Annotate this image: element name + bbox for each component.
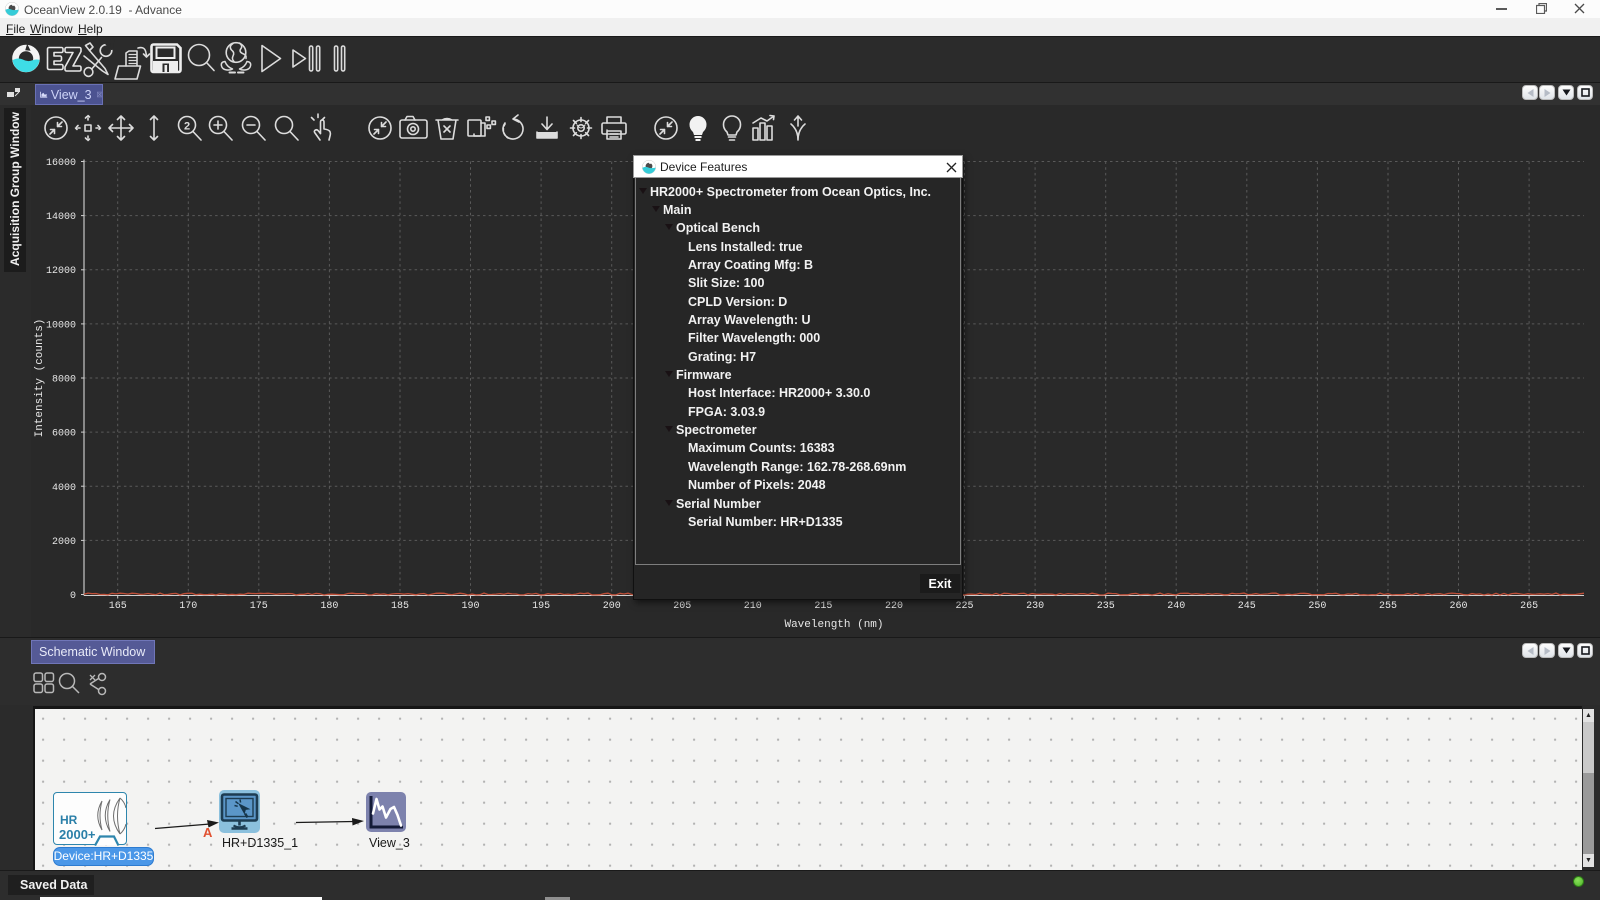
svg-text:180: 180: [320, 601, 338, 612]
svg-text:245: 245: [1238, 601, 1256, 612]
svg-text:235: 235: [1097, 601, 1115, 612]
svg-text:200: 200: [603, 601, 621, 612]
svg-text:250: 250: [1308, 601, 1326, 612]
svg-text:Wavelength (nm): Wavelength (nm): [784, 619, 883, 631]
svg-text:255: 255: [1379, 601, 1397, 612]
svg-text:165: 165: [109, 601, 127, 612]
svg-text:190: 190: [461, 601, 479, 612]
svg-text:240: 240: [1167, 601, 1185, 612]
svg-text:175: 175: [250, 601, 268, 612]
svg-text:215: 215: [814, 601, 832, 612]
svg-text:195: 195: [532, 601, 550, 612]
svg-text:185: 185: [391, 601, 409, 612]
svg-text:4000: 4000: [52, 483, 76, 494]
svg-text:230: 230: [1026, 601, 1044, 612]
svg-text:260: 260: [1449, 601, 1467, 612]
svg-text:6000: 6000: [52, 429, 76, 440]
svg-text:16000: 16000: [46, 158, 76, 169]
svg-text:12000: 12000: [46, 266, 76, 277]
svg-text:0: 0: [70, 591, 76, 602]
svg-text:Intensity (counts): Intensity (counts): [34, 319, 46, 438]
svg-text:220: 220: [885, 601, 903, 612]
svg-text:10000: 10000: [46, 320, 76, 331]
svg-text:8000: 8000: [52, 375, 76, 386]
svg-text:170: 170: [179, 601, 197, 612]
svg-text:205: 205: [673, 601, 691, 612]
svg-text:265: 265: [1520, 601, 1538, 612]
svg-text:2000: 2000: [52, 537, 76, 548]
svg-text:225: 225: [955, 601, 973, 612]
svg-text:210: 210: [744, 601, 762, 612]
svg-text:14000: 14000: [46, 212, 76, 223]
